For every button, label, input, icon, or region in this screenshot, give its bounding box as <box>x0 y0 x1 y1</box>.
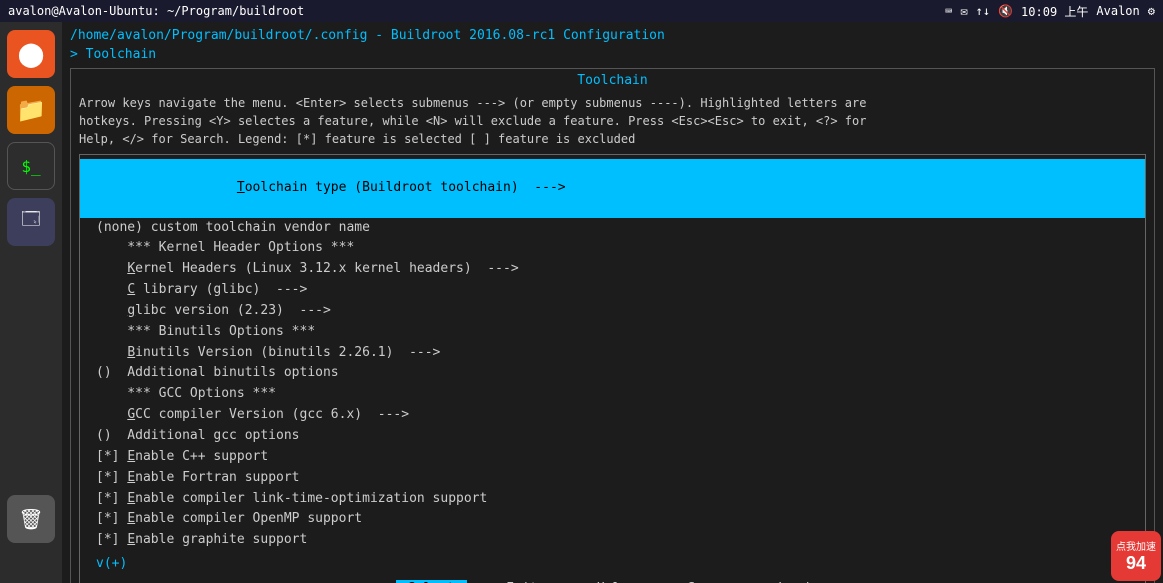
trash-icon-button[interactable]: 🗑 <box>7 495 55 543</box>
menu-item-cpp-support[interactable]: [*] Enable C++ support <box>80 447 1145 468</box>
inner-dialog: Toolchain type (Buildroot toolchain) ---… <box>79 154 1146 583</box>
menu-item-gcc-options: *** GCC Options *** <box>80 384 1145 405</box>
keyboard-icon: ⌨ <box>945 4 952 18</box>
files-launcher-icon[interactable]: 📁 <box>7 86 55 134</box>
terminal-window: /home/avalon/Program/buildroot/.config -… <box>62 22 1163 583</box>
menu-item-c-library[interactable]: C library (glibc) ---> <box>80 280 1145 301</box>
dialog-buttons: <Select> < Exit > < Help > < Save > < Lo… <box>80 572 1145 583</box>
ubuntu-logo: ⬤ <box>18 40 45 68</box>
trash-icon: 🗑 <box>18 507 43 531</box>
scroll-indicator: v(+) <box>80 555 1145 572</box>
folder-icon: 📁 <box>16 96 46 124</box>
menu-item-gcc-version[interactable]: GCC compiler Version (gcc 6.x) ---> <box>80 405 1145 426</box>
menu-item-kernel-header-options: *** Kernel Header Options *** <box>80 238 1145 259</box>
email-icon: ✉ <box>960 4 967 18</box>
menu-item-binutils-version[interactable]: Binutils Version (binutils 2.26.1) ---> <box>80 343 1145 364</box>
menu-item-fortran-support[interactable]: [*] Enable Fortran support <box>80 468 1145 489</box>
mute-icon: 🔇 <box>998 4 1013 18</box>
username: Avalon <box>1096 4 1139 18</box>
terminal-launcher-icon[interactable]: $_ <box>7 142 55 190</box>
sidebar-left: ⬤ 📁 $_ 🗔 🗑 <box>0 22 62 583</box>
terminal-prompt-icon: $_ <box>21 157 40 176</box>
menu-item-lto-support[interactable]: [*] Enable compiler link-time-optimizati… <box>80 489 1145 510</box>
menu-item-toolchain-type[interactable]: Toolchain type (Buildroot toolchain) ---… <box>80 159 1145 218</box>
ubuntu-launcher-icon[interactable]: ⬤ <box>7 30 55 78</box>
corner-speed-widget[interactable]: 点我加速 94 <box>1111 531 1161 581</box>
network-icon: ↑↓ <box>976 4 990 18</box>
menu-item-additional-gcc[interactable]: () Additional gcc options <box>80 426 1145 447</box>
help-line-2: hotkeys. Pressing <Y> selectes a feature… <box>79 114 866 128</box>
config-path-line: /home/avalon/Program/buildroot/.config -… <box>70 26 1155 45</box>
window-icon: 🗔 <box>21 207 41 237</box>
menu-item-kernel-headers[interactable]: Kernel Headers (Linux 3.12.x kernel head… <box>80 259 1145 280</box>
menu-area[interactable]: Toolchain type (Buildroot toolchain) ---… <box>80 155 1145 555</box>
config-dialog: Toolchain Arrow keys navigate the menu. … <box>70 68 1155 583</box>
dialog-title: Toolchain <box>71 69 1154 92</box>
menu-item-graphite-support[interactable]: [*] Enable graphite support <box>80 530 1145 551</box>
menu-item-binutils-options: *** Binutils Options *** <box>80 322 1145 343</box>
clock: 10:09 上午 <box>1021 3 1088 20</box>
desktop: avalon@Avalon-Ubuntu: ~/Program/buildroo… <box>0 0 1163 583</box>
help-text: Arrow keys navigate the menu. <Enter> se… <box>71 92 1154 154</box>
menu-item-openmp-support[interactable]: [*] Enable compiler OpenMP support <box>80 509 1145 530</box>
terminal-content: /home/avalon/Program/buildroot/.config -… <box>62 22 1163 583</box>
settings-icon[interactable]: ⚙ <box>1148 4 1155 18</box>
taskbar-top: avalon@Avalon-Ubuntu: ~/Program/buildroo… <box>0 0 1163 22</box>
corner-widget-label: 点我加速 <box>1116 538 1156 553</box>
window-title: avalon@Avalon-Ubuntu: ~/Program/buildroo… <box>8 4 304 18</box>
taskbar-right-area: ⌨ ✉ ↑↓ 🔇 10:09 上午 Avalon ⚙ <box>945 3 1155 20</box>
menu-item-additional-binutils[interactable]: () Additional binutils options <box>80 363 1145 384</box>
help-line-3: Help, </> for Search. Legend: [*] featur… <box>79 132 635 146</box>
menu-item-glibc-version[interactable]: glibc version (2.23) ---> <box>80 301 1145 322</box>
help-line-1: Arrow keys navigate the menu. <Enter> se… <box>79 96 866 110</box>
breadcrumb: > Toolchain <box>70 45 1155 64</box>
menu-item-vendor-name[interactable]: (none) custom toolchain vendor name <box>80 218 1145 239</box>
nautilus-launcher-icon[interactable]: 🗔 <box>7 198 55 246</box>
corner-widget-number: 94 <box>1126 553 1146 574</box>
